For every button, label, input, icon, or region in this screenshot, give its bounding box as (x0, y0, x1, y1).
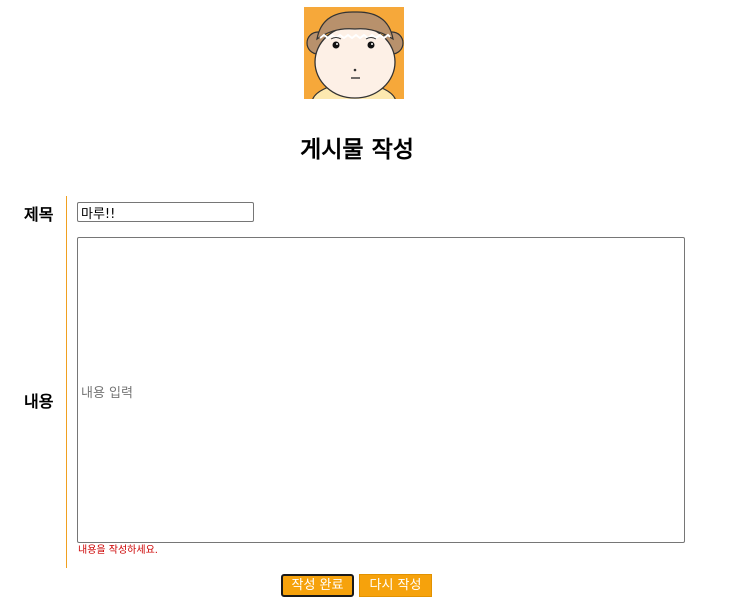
reset-button[interactable]: 다시 작성 (359, 574, 432, 597)
content-error-message: 내용을 작성하세요. (78, 545, 158, 556)
submit-button[interactable]: 작성 완료 (281, 574, 354, 597)
post-write-page: 게시물 작성 제목 내용 내용을 작성하세요. 작성 완료 다시 작성 (0, 0, 729, 612)
character-avatar-icon (304, 7, 404, 99)
title-input[interactable] (77, 202, 254, 222)
content-textarea[interactable] (77, 237, 685, 543)
content-label: 내용 (24, 392, 54, 411)
page-title: 게시물 작성 (300, 137, 414, 163)
title-label: 제목 (24, 205, 54, 224)
form-divider (66, 196, 67, 568)
